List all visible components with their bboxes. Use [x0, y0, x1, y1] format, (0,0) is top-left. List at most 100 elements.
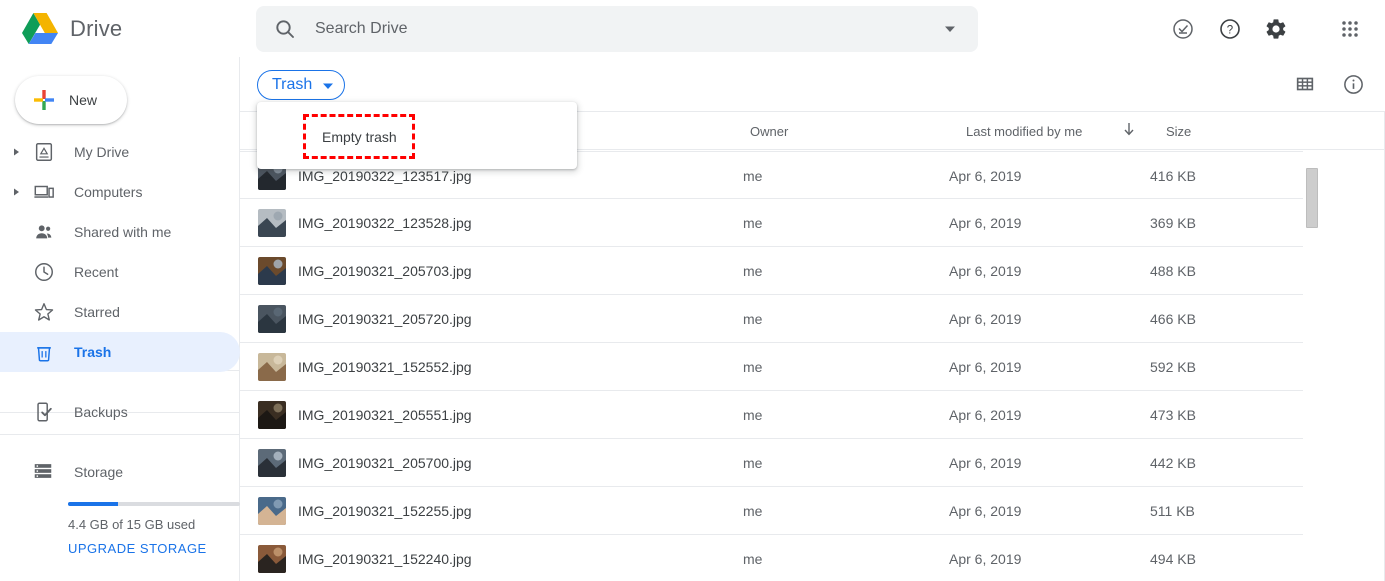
- file-thumbnail: [258, 257, 286, 285]
- cell-size: 592 KB: [1150, 359, 1196, 375]
- file-thumbnail: [258, 545, 286, 573]
- cell-owner: me: [743, 503, 763, 519]
- support-icon[interactable]: [1163, 9, 1203, 49]
- table-row[interactable]: IMG_20190321_152255.jpg me Apr 6, 2019 511 …: [240, 487, 1303, 535]
- cell-modified: Apr 6, 2019: [949, 311, 1022, 327]
- plus-icon: [32, 88, 56, 112]
- sidebar-item-label: Trash: [74, 344, 112, 360]
- cell-modified: Apr 6, 2019: [949, 263, 1022, 279]
- table-row[interactable]: IMG_20190321_152552.jpg me Apr 6, 2019 592 …: [240, 343, 1303, 391]
- sidebar-item-computers[interactable]: Computers: [0, 172, 240, 212]
- search-box[interactable]: [256, 6, 978, 52]
- expand-triangle-icon[interactable]: [4, 132, 28, 172]
- sidebar-divider: [0, 434, 240, 435]
- menu-item-label: Empty trash: [322, 128, 397, 145]
- cell-owner: me: [743, 215, 763, 231]
- cell-modified: Apr 6, 2019: [949, 407, 1022, 423]
- settings-gear-icon[interactable]: [1256, 9, 1296, 49]
- sidebar-item-my-drive[interactable]: My Drive: [0, 132, 240, 172]
- cell-size: 473 KB: [1150, 407, 1196, 423]
- cell-name: IMG_20190321_205700.jpg: [298, 455, 472, 471]
- trash-icon: [32, 340, 56, 364]
- trash-chip-label: Trash: [272, 76, 313, 93]
- svg-text:?: ?: [1227, 24, 1233, 36]
- cell-modified: Apr 6, 2019: [949, 503, 1022, 519]
- storage-used-text: 4.4 GB of 15 GB used: [68, 517, 196, 532]
- file-list-scrollbar[interactable]: [1306, 151, 1318, 581]
- table-row[interactable]: IMG_20190321_205700.jpg me Apr 6, 2019 442 …: [240, 439, 1303, 487]
- file-thumbnail: [258, 209, 286, 237]
- backups-icon: [32, 400, 56, 424]
- storage-header[interactable]: Storage: [0, 452, 240, 492]
- chevron-down-icon: [322, 79, 334, 91]
- file-thumbnail: [258, 449, 286, 477]
- top-bar-icons: ?: [1163, 0, 1385, 57]
- storage-progress-fill: [68, 502, 118, 506]
- sidebar-item-starred[interactable]: Starred: [0, 292, 240, 332]
- new-button-label: New: [69, 92, 98, 108]
- storage-icon: [32, 460, 56, 484]
- info-icon[interactable]: [1333, 64, 1373, 104]
- cell-modified: Apr 6, 2019: [949, 551, 1022, 567]
- sidebar-nav-list: My Drive Computers Shared with me Recent…: [0, 132, 240, 413]
- brand-title: Drive: [70, 15, 123, 41]
- sidebar: New My Drive Computers Shared with me Re…: [0, 57, 240, 581]
- new-button[interactable]: New: [15, 76, 127, 124]
- toolbar-right-icons: [1285, 64, 1373, 104]
- cell-modified: Apr 6, 2019: [949, 455, 1022, 471]
- table-row[interactable]: IMG_20190321_205720.jpg me Apr 6, 2019 466 …: [240, 295, 1303, 343]
- upgrade-storage-link[interactable]: UPGRADE STORAGE: [68, 541, 207, 556]
- cell-owner: me: [743, 455, 763, 471]
- expand-triangle-icon[interactable]: [4, 172, 28, 212]
- cell-owner: me: [743, 407, 763, 423]
- file-thumbnail: [258, 353, 286, 381]
- storage-section: Storage 4.4 GB of 15 GB used UPGRADE STO…: [0, 452, 240, 556]
- table-row[interactable]: IMG_20190321_152240.jpg me Apr 6, 2019 494 …: [240, 535, 1303, 581]
- sidebar-item-trash[interactable]: Trash: [0, 332, 240, 372]
- cell-size: 494 KB: [1150, 551, 1196, 567]
- cell-modified: Apr 6, 2019: [949, 359, 1022, 375]
- cell-name: IMG_20190321_205720.jpg: [298, 311, 472, 327]
- column-header-owner[interactable]: Owner: [750, 124, 788, 139]
- cell-size: 511 KB: [1150, 503, 1195, 519]
- cell-size: 488 KB: [1150, 263, 1196, 279]
- cell-name: IMG_20190322_123517.jpg: [298, 168, 472, 184]
- search-bar-container: [256, 6, 978, 52]
- trash-breadcrumb-chip[interactable]: Trash: [257, 70, 346, 100]
- google-apps-grid-icon[interactable]: [1330, 9, 1370, 49]
- column-header-size[interactable]: Size: [1166, 124, 1191, 139]
- sidebar-item-recent[interactable]: Recent: [0, 252, 240, 292]
- sidebar-item-label: Computers: [74, 184, 143, 200]
- brand[interactable]: Drive: [0, 11, 256, 46]
- people-icon: [32, 220, 56, 244]
- file-thumbnail: [258, 497, 286, 525]
- sort-arrow-down-icon[interactable]: [1120, 120, 1140, 140]
- search-icon: [273, 17, 297, 41]
- file-thumbnail: [258, 401, 286, 429]
- sidebar-item-label: Starred: [74, 304, 120, 320]
- menu-item-empty-trash[interactable]: Empty trash: [303, 114, 415, 159]
- search-options-chevron-down-icon[interactable]: [930, 9, 970, 49]
- cell-size: 416 KB: [1150, 168, 1196, 184]
- sidebar-item-label: Shared with me: [74, 224, 172, 240]
- content-area: Trash Empty trash Owner Last modified by…: [240, 57, 1385, 581]
- cell-owner: me: [743, 168, 763, 184]
- scrollbar-thumb[interactable]: [1306, 168, 1318, 228]
- table-row[interactable]: IMG_20190321_205703.jpg me Apr 6, 2019 488 …: [240, 247, 1303, 295]
- help-icon[interactable]: ?: [1210, 9, 1250, 49]
- cell-owner: me: [743, 359, 763, 375]
- cell-modified: Apr 6, 2019: [949, 215, 1022, 231]
- column-header-last-modified[interactable]: Last modified by me: [966, 124, 1082, 139]
- sidebar-item-label: Recent: [74, 264, 119, 280]
- grid-view-icon[interactable]: [1285, 64, 1325, 104]
- sidebar-item-shared-with-me[interactable]: Shared with me: [0, 212, 240, 252]
- cell-owner: me: [743, 263, 763, 279]
- table-row[interactable]: IMG_20190321_205551.jpg me Apr 6, 2019 473 …: [240, 391, 1303, 439]
- cell-name: IMG_20190321_205703.jpg: [298, 263, 472, 279]
- table-row[interactable]: IMG_20190322_123528.jpg me Apr 6, 2019 369 …: [240, 199, 1303, 247]
- cell-owner: me: [743, 311, 763, 327]
- sidebar-item-backups[interactable]: Backups: [0, 392, 240, 435]
- search-input[interactable]: [315, 7, 930, 51]
- sidebar-item-label: Backups: [74, 404, 128, 420]
- cell-size: 442 KB: [1150, 455, 1196, 471]
